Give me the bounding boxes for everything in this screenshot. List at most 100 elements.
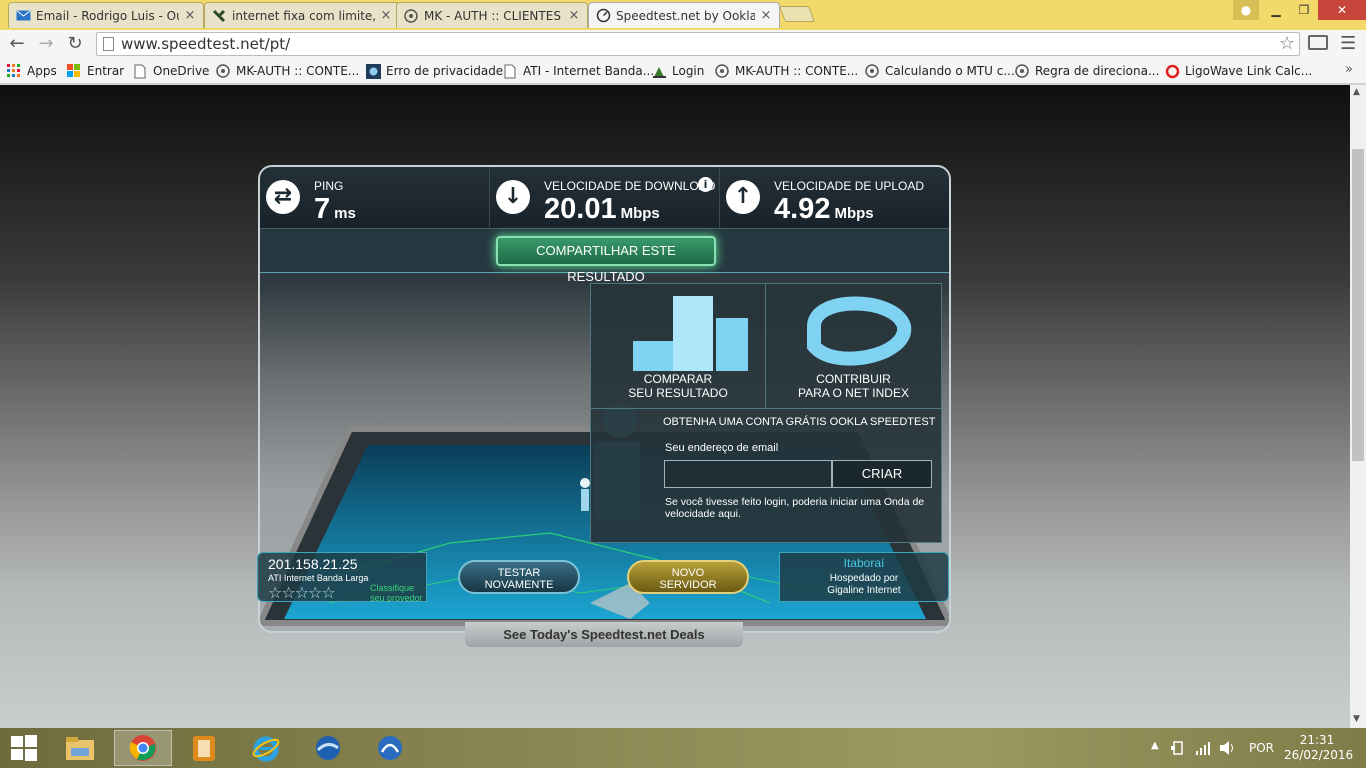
host-line1: Hospedado por	[829, 573, 899, 584]
rating-stars[interactable]: ☆☆☆☆☆	[268, 583, 336, 602]
scroll-down-icon[interactable]: ▼	[1353, 714, 1360, 724]
scroll-up-icon[interactable]: ▲	[1353, 87, 1360, 97]
tab-close-icon[interactable]: ×	[183, 8, 197, 23]
bookmark-label: MK-AUTH :: CONTE...	[735, 64, 859, 78]
bookmark-erro-privacidade[interactable]: Erro de privacidade	[365, 62, 503, 80]
show-hidden-icons-icon[interactable]: ▲	[1151, 740, 1159, 751]
scroll-thumb[interactable]	[1352, 149, 1364, 461]
bookmark-star-icon[interactable]: ☆	[1279, 33, 1295, 55]
compare-result-tile[interactable]: COMPARAR SEU RESULTADO	[591, 284, 766, 409]
page-scrollbar[interactable]: ▲ ▼	[1350, 85, 1366, 728]
mk-auth-icon	[714, 63, 730, 79]
upload-label: VELOCIDADE DE UPLOAD	[774, 179, 925, 193]
tab-title: internet fixa com limite, ig	[232, 8, 375, 23]
server-line2: SERVIDOR	[659, 579, 717, 591]
ping-label: PING	[314, 179, 344, 193]
email-label: Seu endereço de email	[665, 442, 779, 454]
notes-app-button[interactable]	[184, 730, 224, 766]
tab-email[interactable]: Email - Rodrigo Luis - Outl ×	[8, 2, 204, 28]
email-field[interactable]	[664, 460, 832, 488]
rate-provider-link[interactable]: Classifique seu provedor	[370, 583, 430, 603]
user-icon[interactable]: ●	[1233, 0, 1259, 20]
share-result-button[interactable]: COMPARTILHAR ESTE RESULTADO	[496, 236, 716, 284]
input-language[interactable]: POR	[1249, 741, 1274, 755]
tab-close-icon[interactable]: ×	[567, 8, 581, 23]
signup-note: Se você tivesse feito login, poderia ini…	[665, 496, 925, 520]
bookmark-label: Entrar	[87, 64, 125, 78]
bookmarks-bar: Apps Entrar OneDrive MK-AUTH :: CONTE...…	[0, 58, 1366, 84]
test-footer: 201.158.21.25 ATI Internet Banda Larga ☆…	[245, 548, 965, 604]
close-window-button[interactable]: ✕	[1318, 0, 1366, 20]
mail-icon	[15, 8, 31, 24]
reload-icon[interactable]: ↻	[64, 33, 86, 55]
bookmark-mk-auth-1[interactable]: MK-AUTH :: CONTE...	[215, 62, 359, 80]
restore-button[interactable]: ❐	[1290, 0, 1318, 20]
apps-grid-icon	[6, 63, 22, 79]
ligowave-icon	[1164, 63, 1180, 79]
contribute-line1: CONTRIBUIR	[816, 372, 891, 386]
download-arrow-icon: ↓	[496, 180, 530, 214]
browser-toolbar: ← → ↻ www.speedtest.net/pt/ ☆ ☰	[0, 30, 1366, 58]
minimize-button[interactable]: ▁	[1262, 0, 1290, 20]
network-adapter-icon[interactable]	[1171, 740, 1187, 756]
bookmark-regra[interactable]: Regra de direciona...	[1014, 62, 1159, 80]
chrome-menu-icon[interactable]: ☰	[1340, 33, 1356, 54]
tab-close-icon[interactable]: ×	[759, 8, 773, 23]
bookmark-mtu[interactable]: Calculando o MTU c...	[864, 62, 1015, 80]
signal-bars-icon[interactable]	[1195, 740, 1211, 756]
x-icon	[211, 8, 227, 24]
new-tab-button[interactable]	[779, 6, 815, 22]
page-icon	[502, 63, 518, 79]
bookmark-ati[interactable]: ATI - Internet Banda...	[502, 62, 654, 80]
upload-unit: Mbps	[834, 205, 874, 222]
bookmark-entrar[interactable]: Entrar	[66, 62, 124, 80]
bookmark-label: LigoWave Link Calc...	[1185, 64, 1313, 78]
upload-arrow-icon: ↑	[726, 180, 760, 214]
volume-icon[interactable]	[1219, 740, 1237, 756]
bookmark-mk-auth-2[interactable]: MK-AUTH :: CONTE...	[714, 62, 858, 80]
file-explorer-button[interactable]	[60, 730, 100, 766]
bookmark-login[interactable]: Login	[651, 62, 704, 80]
tab-mk-auth[interactable]: MK - AUTH :: CLIENTES ×	[396, 2, 588, 28]
chrome-taskbar-button[interactable]	[114, 730, 172, 766]
bookmark-label: Login	[672, 64, 705, 78]
deals-link[interactable]: See Today's Speedtest.net Deals	[465, 622, 743, 647]
signup-title: OBTENHA UMA CONTA GRÁTIS OOKLA SPEEDTEST	[663, 416, 936, 428]
google-earth-button[interactable]	[308, 730, 348, 766]
cast-icon[interactable]	[1308, 35, 1328, 50]
back-arrow-icon[interactable]: ←	[6, 33, 28, 55]
new-server-button[interactable]: NOVO SERVIDOR	[627, 560, 749, 594]
test-again-button[interactable]: TESTAR NOVAMENTE	[458, 560, 580, 594]
clock[interactable]: 21:31 26/02/2016	[1284, 733, 1354, 763]
retest-line2: NOVAMENTE	[484, 579, 554, 591]
speedtest-icon	[595, 8, 611, 24]
tab-internet-fixa[interactable]: internet fixa com limite, ig ×	[204, 2, 400, 28]
upload-value-group: 4.92 Mbps	[774, 193, 874, 226]
clock-date: 26/02/2016	[1284, 748, 1354, 762]
globe-app-icon	[378, 736, 402, 760]
isp-name: ATI Internet Banda Larga	[268, 573, 369, 583]
tab-speedtest[interactable]: Speedtest.net by Ookla - T ×	[588, 2, 780, 28]
windows-logo-icon	[66, 63, 82, 79]
clock-time: 21:31	[1299, 733, 1335, 747]
tab-title: MK - AUTH :: CLIENTES	[424, 8, 561, 23]
mk-auth-icon	[403, 8, 419, 24]
forward-arrow-icon[interactable]: →	[35, 33, 57, 55]
contribute-tile[interactable]: CONTRIBUIR PARA O NET INDEX	[766, 284, 941, 409]
start-button[interactable]	[4, 730, 44, 766]
google-earth-icon	[316, 736, 340, 760]
bookmark-ligowave[interactable]: LigoWave Link Calc...	[1164, 62, 1312, 80]
internet-explorer-button[interactable]	[246, 730, 286, 766]
app-blue-button[interactable]	[370, 730, 410, 766]
tab-close-icon[interactable]: ×	[379, 8, 393, 23]
bookmark-apps[interactable]: Apps	[6, 62, 57, 80]
info-icon[interactable]: i	[698, 177, 713, 192]
windows-start-icon	[11, 735, 37, 761]
ping-value-group: 7 ms	[314, 193, 356, 226]
address-bar[interactable]: www.speedtest.net/pt/ ☆	[96, 32, 1300, 56]
ping-value: 7	[314, 193, 331, 225]
bookmark-onedrive[interactable]: OneDrive	[132, 62, 209, 80]
bookmarks-overflow-icon[interactable]: »	[1345, 62, 1353, 77]
notepad-icon	[193, 736, 215, 761]
create-account-button[interactable]: CRIAR	[832, 460, 932, 488]
